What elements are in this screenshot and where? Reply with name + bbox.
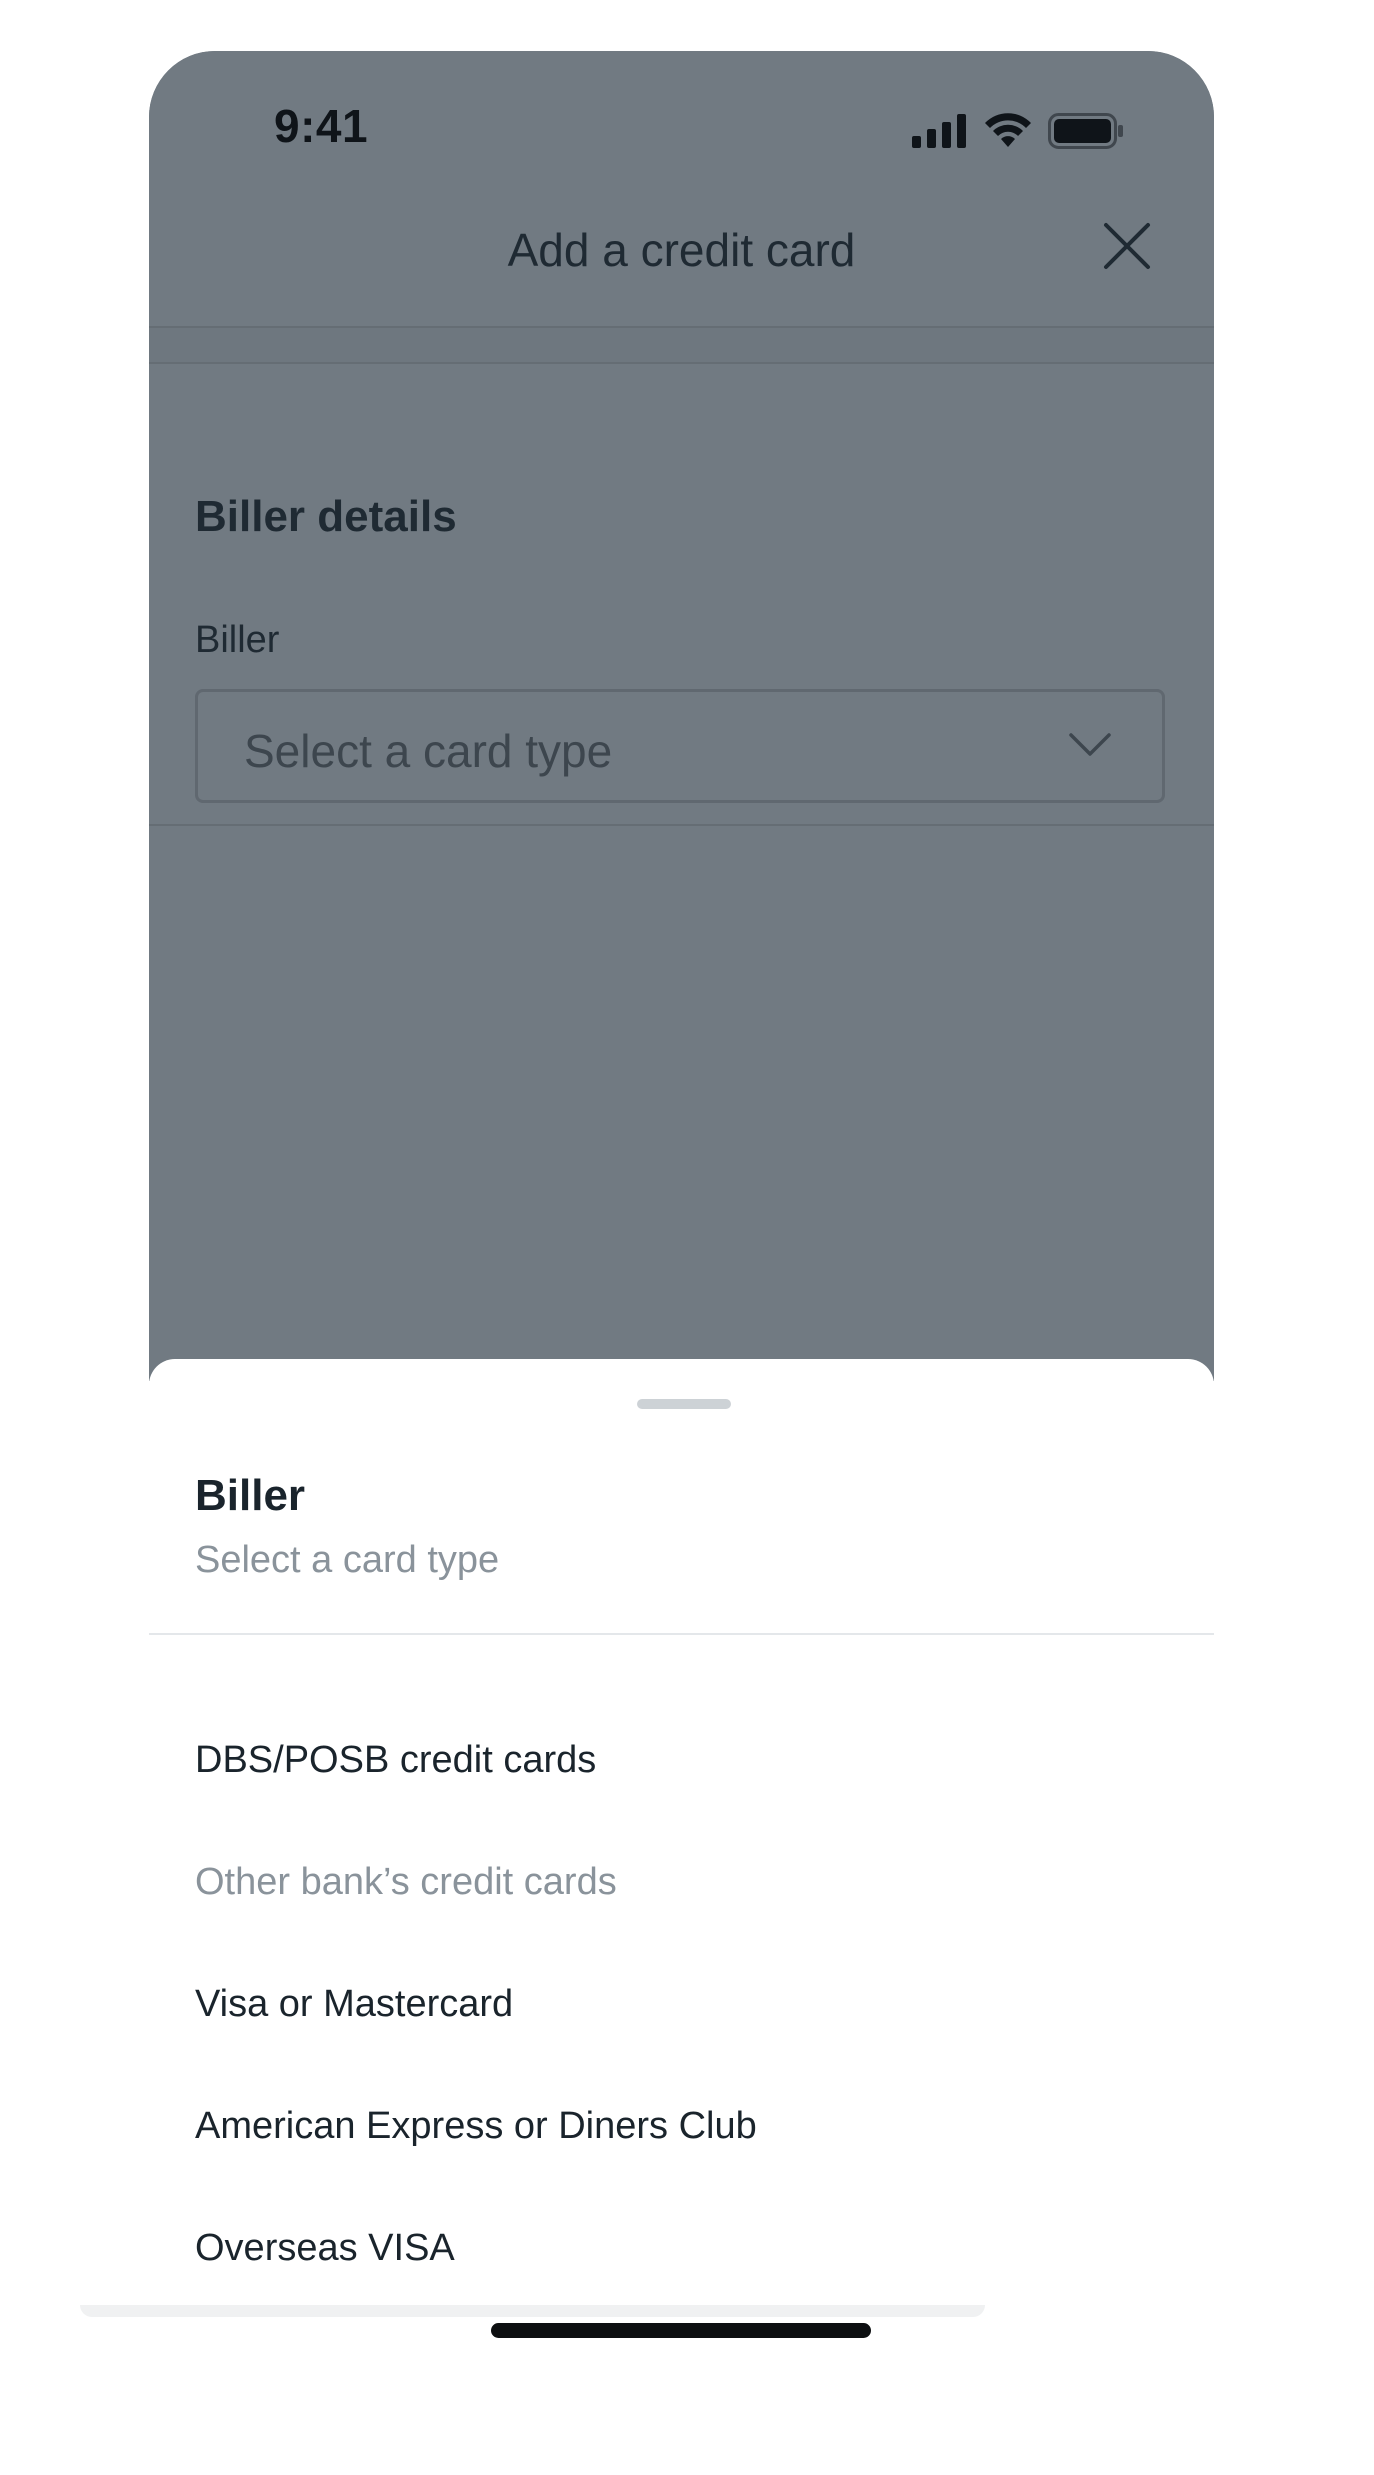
device-shadow <box>80 2305 985 2317</box>
option-overseas-visa[interactable]: Overseas VISA <box>195 2227 455 2270</box>
screen: 9:41 Add a credit card Biller details Bi… <box>0 0 1374 2475</box>
sheet-grabber[interactable] <box>637 1399 731 1409</box>
sheet-title: Biller <box>195 1471 306 1520</box>
biller-bottom-sheet: Biller Select a card type DBS/POSB credi… <box>149 1359 1214 2371</box>
battery-icon <box>1048 113 1123 149</box>
biller-details-section: Biller details Biller Select a card type <box>149 364 1214 826</box>
header-divider <box>149 328 1214 364</box>
wifi-icon <box>985 113 1031 147</box>
biller-select-placeholder: Select a card type <box>244 725 613 777</box>
option-other-banks-credit-cards: Other bank’s credit cards <box>195 1861 617 1903</box>
home-indicator <box>491 2323 871 2338</box>
cellular-signal-icon <box>912 114 966 148</box>
status-bar: 9:41 <box>149 51 1214 161</box>
modal-header: Add a credit card <box>149 161 1214 328</box>
status-icons <box>912 113 1124 149</box>
close-icon[interactable] <box>1100 219 1154 273</box>
biller-field-label: Biller <box>195 619 280 661</box>
section-title: Biller details <box>195 492 457 541</box>
phone-frame: 9:41 Add a credit card Biller details Bi… <box>149 51 1214 2371</box>
sheet-subtitle: Select a card type <box>195 1539 500 1581</box>
option-american-express-or-diners-club[interactable]: American Express or Diners Club <box>195 2105 757 2148</box>
page-title: Add a credit card <box>507 224 856 276</box>
biller-select[interactable]: Select a card type <box>195 689 1165 803</box>
sheet-divider <box>149 1633 1214 1635</box>
option-dbs-posb-credit-cards[interactable]: DBS/POSB credit cards <box>195 1739 596 1782</box>
option-visa-or-mastercard[interactable]: Visa or Mastercard <box>195 1983 513 2026</box>
chevron-down-icon <box>1069 733 1111 756</box>
status-time: 9:41 <box>274 100 369 152</box>
